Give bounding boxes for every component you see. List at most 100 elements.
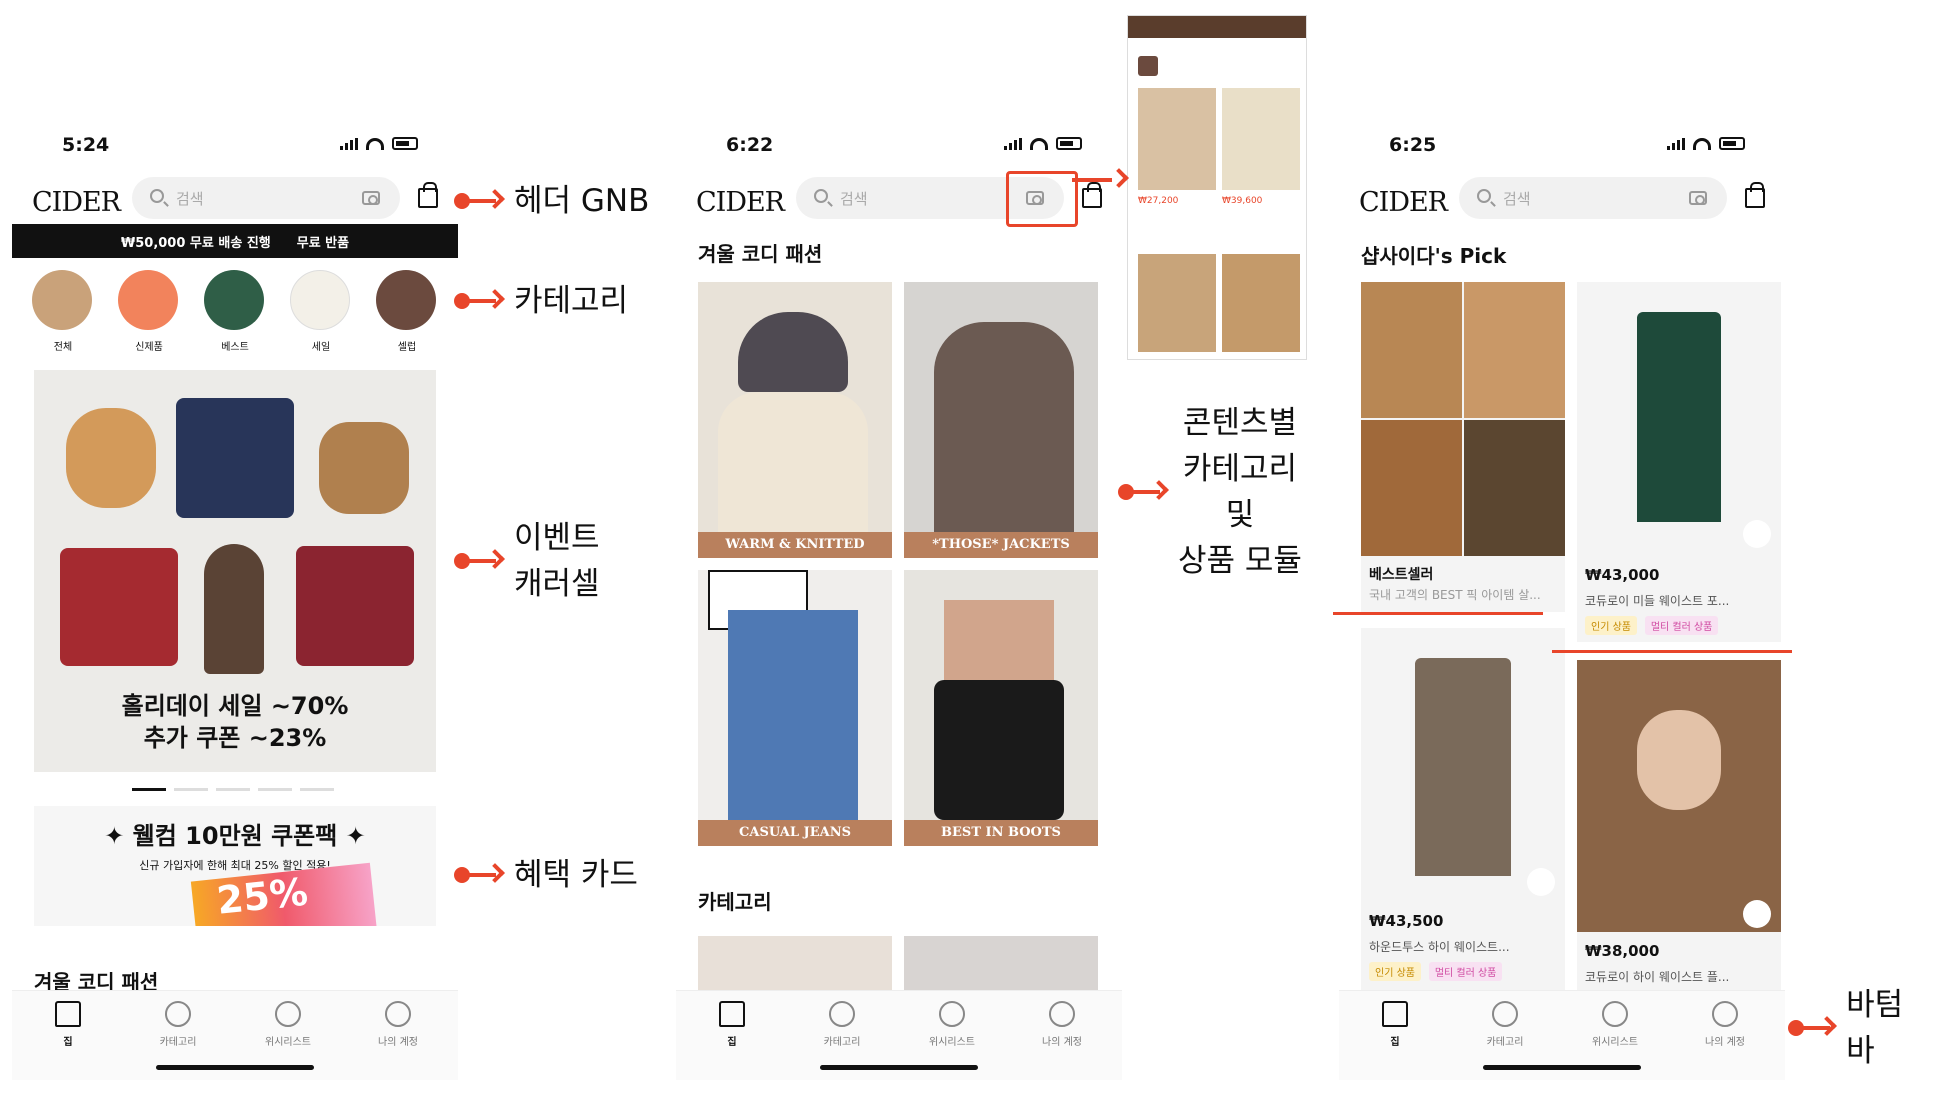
badge-popular: 인기 상품 [1369, 962, 1421, 981]
tab-wishlist[interactable]: 위시리스트 [912, 1001, 992, 1048]
product-card[interactable]: ₩38,000 코듀로이 하이 웨이스트 플... [1577, 660, 1781, 990]
status-bar: 6:22 [676, 130, 1122, 160]
red-sweater-image [60, 548, 178, 666]
section-title: 샵사이다's Pick [1361, 244, 1507, 268]
tile-casual-jeans[interactable]: CASUAL JEANS [698, 570, 892, 846]
heart-icon [275, 1001, 301, 1027]
battery-icon [1056, 137, 1082, 150]
shopping-bag-icon[interactable] [1082, 182, 1102, 208]
event-carousel[interactable]: 홀리데이 세일 ~70% 추가 쿠폰 ~23% [34, 370, 436, 772]
tab-wishlist[interactable]: 위시리스트 [1575, 1001, 1655, 1048]
product-name: 하운드투스 하이 웨이스트... [1369, 940, 1510, 954]
shopping-bag-icon[interactable] [1745, 182, 1765, 208]
search-input[interactable]: 검색 [132, 177, 400, 219]
divider-highlight [1333, 612, 1543, 615]
result-image[interactable] [1222, 88, 1300, 190]
product-desc: 국내 고객의 BEST 픽 아이템 살... [1369, 588, 1541, 602]
header-gnb: CIDER 검색 [1339, 177, 1785, 227]
category-item-sale[interactable]: 세일 [290, 270, 352, 353]
result-image[interactable] [1138, 88, 1216, 190]
profile-icon [385, 1001, 411, 1027]
tab-home[interactable]: 집 [1355, 1001, 1435, 1048]
product-card-bestseller[interactable]: 베스트셀러 국내 고객의 BEST 픽 아이템 살... [1361, 282, 1565, 612]
arrow-to-overlay [1072, 168, 1129, 190]
category-title: 카테고리 [698, 890, 772, 914]
tab-category[interactable]: 카테고리 [138, 1001, 218, 1048]
camera-highlight [1006, 171, 1078, 227]
status-time: 6:22 [726, 134, 774, 156]
tile-best-in-boots[interactable]: BEST IN BOOTS [904, 570, 1098, 846]
home-indicator [156, 1065, 314, 1070]
result-price: ₩27,200 [1138, 196, 1179, 206]
home-icon [1382, 1001, 1408, 1027]
slippers-image [319, 422, 409, 514]
search-icon [814, 189, 828, 203]
free-shipping-text: ₩50,000 무료 배송 진행 [120, 235, 271, 251]
pick-screen: 6:25 CIDER 검색 샵사이다's Pick 베스트셀러 국내 고객의 B… [1339, 130, 1785, 1080]
annotation-bottom-bar: 바텀 바 [1788, 982, 1938, 1074]
category-item-best[interactable]: 베스트 [204, 270, 266, 353]
badge-popular: 인기 상품 [1585, 616, 1637, 635]
result-image[interactable] [1138, 254, 1216, 352]
tab-category[interactable]: 카테고리 [1465, 1001, 1545, 1048]
logo[interactable]: CIDER [1359, 187, 1448, 218]
add-to-cart-icon[interactable] [1527, 868, 1555, 896]
product-card[interactable]: ₩43,500 하운드투스 하이 웨이스트... 인기 상품 멀티 컬러 상품 [1361, 628, 1565, 990]
wifi-icon [366, 137, 384, 150]
tab-category[interactable]: 카테고리 [802, 1001, 882, 1048]
tile-those-jackets[interactable]: *THOSE* JACKETS [904, 282, 1098, 558]
home-indicator [820, 1065, 978, 1070]
wifi-icon [1693, 137, 1711, 150]
search-input[interactable]: 검색 [1459, 177, 1727, 219]
promo-bar: ₩50,000 무료 배송 진행 무료 반품 [12, 224, 458, 258]
bottom-tab-bar: 집 카테고리 위시리스트 나의 계정 [1339, 990, 1785, 1080]
logo[interactable]: CIDER [696, 187, 785, 218]
signal-icon [1667, 137, 1685, 150]
sweater-image [176, 398, 294, 518]
tab-account[interactable]: 나의 계정 [358, 1001, 438, 1048]
category-item-all[interactable]: 전체 [32, 270, 94, 353]
category-tile[interactable] [698, 936, 892, 996]
category-search-icon [165, 1001, 191, 1027]
category-item-new[interactable]: 신제품 [118, 270, 180, 353]
status-time: 5:24 [62, 134, 110, 156]
product-price: ₩38,000 [1585, 942, 1660, 960]
search-placeholder: 검색 [840, 190, 868, 208]
product-name: 코듀로이 미들 웨이스트 포... [1585, 594, 1730, 608]
tab-home[interactable]: 집 [692, 1001, 772, 1048]
benefit-title: ✦ 웰컴 10만원 쿠폰팩 ✦ [104, 822, 366, 850]
camera-icon[interactable] [362, 191, 380, 205]
product-card[interactable]: ₩43,000 코듀로이 미들 웨이스트 포... 인기 상품 멀티 컬러 상품 [1577, 282, 1781, 642]
camera-icon[interactable] [1689, 191, 1707, 205]
status-time: 6:25 [1389, 134, 1437, 156]
tab-account[interactable]: 나의 계정 [1022, 1001, 1102, 1048]
coordi-screen: 6:22 CIDER 검색 겨울 코디 패션 WARM & KNITTED *T… [676, 130, 1122, 1080]
banner-line-1: 홀리데이 세일 ~70% [121, 692, 349, 720]
gingerbread-image [66, 408, 156, 508]
category-tile[interactable] [904, 936, 1098, 996]
tab-account[interactable]: 나의 계정 [1685, 1001, 1765, 1048]
benefit-card[interactable]: ✦ 웰컴 10만원 쿠폰팩 ✦ 신규 가입자에 한해 최대 25% 할인 적용!… [34, 806, 436, 926]
add-to-cart-icon[interactable] [1743, 520, 1771, 548]
annotation-content: 콘텐츠별 카테고리 및 상품 모듈 [1118, 400, 1302, 584]
tab-wishlist[interactable]: 위시리스트 [248, 1001, 328, 1048]
product-title: 베스트셀러 [1369, 567, 1434, 583]
logo[interactable]: CIDER [32, 187, 121, 218]
badge-multicolor: 멀티 컬러 상품 [1428, 962, 1503, 981]
tab-home[interactable]: 집 [28, 1001, 108, 1048]
add-to-cart-icon[interactable] [1743, 900, 1771, 928]
banner-line-2: 추가 쿠폰 ~23% [143, 724, 327, 752]
annotation-category: 카테고리 [454, 278, 628, 324]
result-image[interactable] [1222, 254, 1300, 352]
category-search-icon [1492, 1001, 1518, 1027]
category-item-celeb[interactable]: 셀럽 [376, 270, 438, 353]
search-placeholder: 검색 [176, 190, 204, 208]
home-icon [719, 1001, 745, 1027]
home-icon [55, 1001, 81, 1027]
tile-warm-knitted[interactable]: WARM & KNITTED [698, 282, 892, 558]
header-gnb: CIDER 검색 [12, 177, 458, 227]
home-screen: 5:24 CIDER 검색 ₩50,000 무료 배송 진행 무료 반품 전체 … [12, 130, 458, 1080]
free-returns-text: 무료 반품 [296, 235, 350, 251]
image-search-overlay: ₩27,200 ₩39,600 [1127, 15, 1307, 360]
shopping-bag-icon[interactable] [418, 182, 438, 208]
